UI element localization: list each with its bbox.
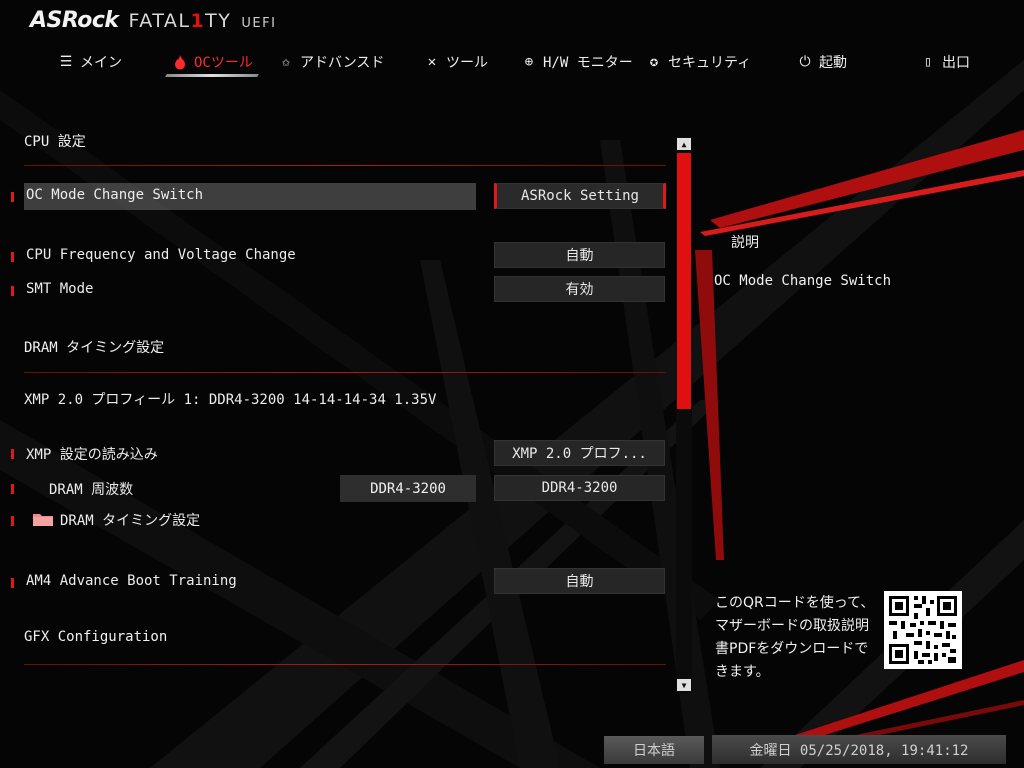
tab-boot-label: 起動 [819,55,847,71]
smt-mode-value[interactable]: 有効 [494,276,665,302]
tab-main-label: メイン [80,55,122,71]
am4-boot-training-label[interactable]: AM4 Advance Boot Training [26,573,237,589]
row-marker [11,192,14,202]
scrollbar-thumb[interactable] [677,153,691,409]
qr-description: このQRコードを使って、マザーボードの取扱説明書PDFをダウンロードできます。 [715,595,875,680]
cpu-freq-label[interactable]: CPU Frequency and Voltage Change [26,247,296,263]
row-marker [11,484,14,494]
dram-freq-current: DDR4-3200 [340,475,476,502]
cpu-freq-value[interactable]: 自動 [494,242,665,268]
datetime-display: 金曜日 05/25/2018, 19:41:12 [712,735,1006,764]
language-button[interactable]: 日本語 [604,736,704,764]
dram-freq-value[interactable]: DDR4-3200 [494,475,665,501]
dram-freq-label[interactable]: DRAM 周波数 [49,479,133,499]
logo-uefi: UEFI [241,16,277,31]
oc-mode-label: OC Mode Change Switch [26,187,204,203]
dram-section-title: DRAM タイミング設定 [24,340,165,356]
tab-exit[interactable]: ▯ 出口 [920,48,970,76]
tab-main[interactable]: ☰ メイン [58,48,122,76]
active-tab-underline [165,74,259,77]
divider [24,664,666,665]
oc-mode-value[interactable]: ASRock Setting [494,183,666,209]
am4-boot-training-value[interactable]: 自動 [494,568,665,594]
star-icon: ✩ [281,54,291,70]
power-icon: ⏻ [799,54,811,70]
tab-hw-monitor[interactable]: ⊕ H/W モニター [521,48,633,76]
cpu-section-title: CPU 設定 [24,134,86,150]
xmp-load-value[interactable]: XMP 2.0 プロフ... [494,440,665,466]
tab-tool[interactable]: ✕ ツール [424,48,488,76]
scroll-down-arrow-icon[interactable]: ▼ [677,679,691,691]
row-marker [11,578,14,588]
logo-brand: ASRock [30,8,119,33]
qr-code-icon [884,591,962,669]
shield-icon: ✪ [649,54,659,70]
list-icon: ☰ [59,54,73,70]
dram-timing-submenu[interactable]: DRAM タイミング設定 [60,510,200,530]
tools-icon: ✕ [427,54,437,70]
row-marker [11,449,14,459]
tab-tool-label: ツール [446,55,488,71]
tab-security[interactable]: ✪ セキュリティ [646,48,751,76]
xmp-profile-info: XMP 2.0 プロフィール 1: DDR4-3200 14-14-14-34 … [24,392,437,408]
gfx-section-title: GFX Configuration [24,629,168,645]
row-marker [11,252,14,262]
xmp-load-label[interactable]: XMP 設定の読み込み [26,444,158,464]
tab-security-label: セキュリティ [668,55,752,71]
smt-mode-label[interactable]: SMT Mode [26,281,93,297]
crosshair-icon: ⊕ [524,54,534,70]
tab-oc-tweaker[interactable]: OCツール [172,48,253,76]
folder-icon [32,512,54,531]
flame-icon [172,54,188,70]
asrock-logo: ASRock FATAL1TY UEFI [30,8,276,33]
exit-icon: ▯ [923,54,933,70]
tab-advanced-label: アドバンスド [300,55,385,71]
description-title: 説明 [731,235,759,251]
divider [24,372,666,373]
logo-series: FATAL1TY [128,10,232,32]
tab-exit-label: 出口 [942,55,970,71]
divider [24,165,666,166]
row-marker [11,286,14,296]
row-marker [11,516,14,526]
tab-advanced[interactable]: ✩ アドバンスド [278,48,385,76]
scroll-up-arrow-icon[interactable]: ▲ [677,138,691,150]
description-text: OC Mode Change Switch [714,273,892,289]
tab-boot[interactable]: ⏻ 起動 [797,48,847,76]
tab-oc-label: OCツール [194,55,253,71]
tab-hw-label: H/W モニター [543,55,633,71]
